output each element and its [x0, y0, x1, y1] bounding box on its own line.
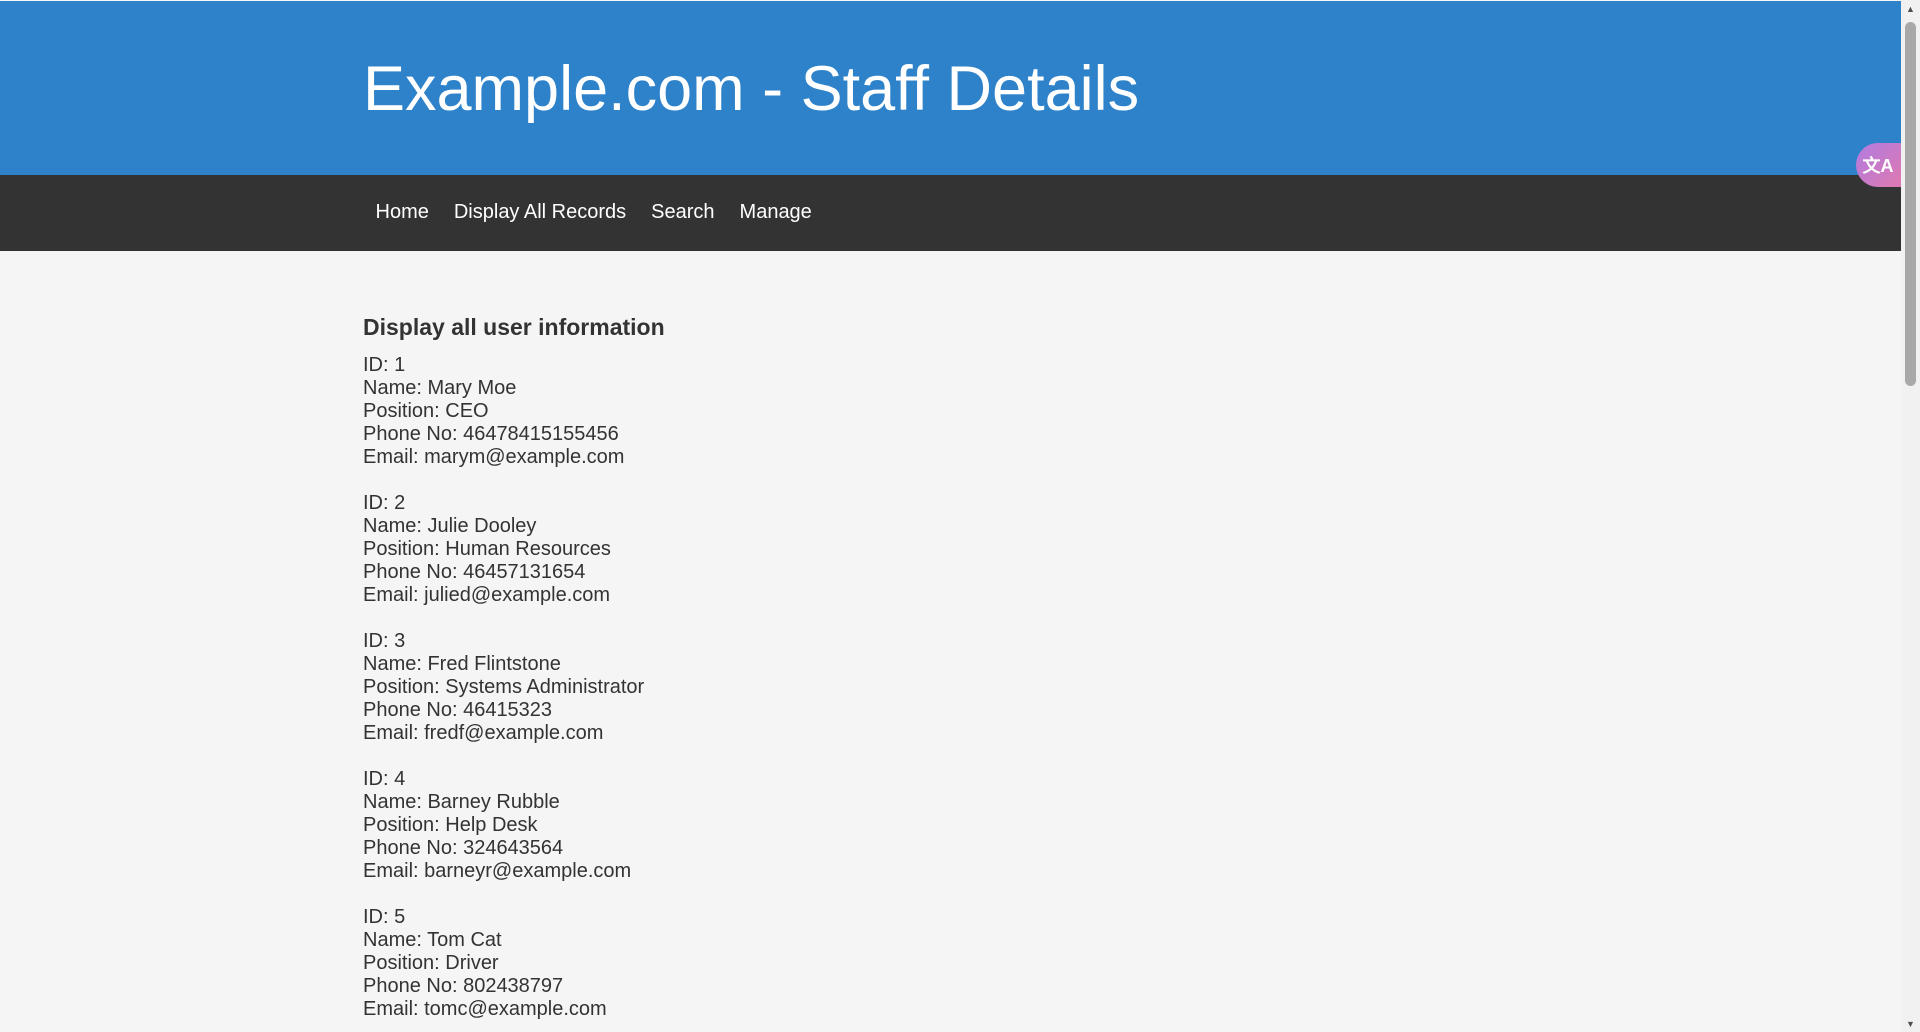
nav-link-display-all-records[interactable]: Display All Records: [441, 175, 638, 251]
main-content: Display all user information ID: 1 Name:…: [363, 310, 1563, 1032]
vertical-scrollbar[interactable]: ▲ ▼: [1901, 0, 1920, 1032]
record-id: ID: 1: [363, 354, 406, 376]
record-position: Position: Driver: [363, 952, 499, 974]
record-email: Email: marym@example.com: [363, 446, 625, 468]
record-name: Name: Barney Rubble: [363, 791, 560, 813]
staff-record: ID: 3 Name: Fred Flintstone Position: Sy…: [363, 630, 1563, 745]
scroll-down-arrow-icon[interactable]: ▼: [1901, 1015, 1920, 1032]
record-position: Position: CEO: [363, 400, 489, 422]
nav-link-search[interactable]: Search: [639, 175, 727, 251]
record-phone: Phone No: 802438797: [363, 975, 564, 997]
record-email: Email: barneyr@example.com: [363, 860, 632, 882]
record-position: Position: Human Resources: [363, 538, 611, 560]
record-name: Name: Mary Moe: [363, 377, 517, 399]
record-name: Name: Fred Flintstone: [363, 653, 561, 675]
scrollbar-thumb[interactable]: [1905, 22, 1916, 386]
record-email: Email: fredf@example.com: [363, 722, 604, 744]
site-title: Example.com - Staff Details: [363, 54, 1140, 124]
staff-record: ID: 2 Name: Julie Dooley Position: Human…: [363, 492, 1563, 607]
nav-link-manage[interactable]: Manage: [727, 175, 824, 251]
record-phone: Phone No: 46457131654: [363, 561, 586, 583]
staff-record: ID: 4 Name: Barney Rubble Position: Help…: [363, 768, 1563, 883]
main-navbar: Home Display All Records Search Manage: [0, 175, 1901, 251]
record-phone: Phone No: 46478415155456: [363, 423, 619, 445]
staff-record: ID: 1 Name: Mary Moe Position: CEO Phone…: [363, 354, 1563, 469]
scroll-up-arrow-icon[interactable]: ▲: [1901, 0, 1920, 17]
section-heading: Display all user information: [363, 314, 665, 340]
record-position: Position: Systems Administrator: [363, 676, 645, 698]
record-position: Position: Help Desk: [363, 814, 538, 836]
nav-link-home[interactable]: Home: [363, 175, 441, 251]
record-id: ID: 5: [363, 906, 406, 928]
record-name: Name: Julie Dooley: [363, 515, 537, 537]
record-phone: Phone No: 46415323: [363, 699, 553, 721]
page: Example.com - Staff Details Home Display…: [0, 0, 1901, 1032]
translate-icon: 文A: [1862, 156, 1894, 176]
record-id: ID: 2: [363, 492, 406, 514]
translate-button[interactable]: 文A: [1856, 143, 1901, 187]
nav-list: Home Display All Records Search Manage: [363, 175, 824, 251]
site-header: Example.com - Staff Details: [0, 1, 1901, 175]
record-name: Name: Tom Cat: [363, 929, 502, 951]
record-id: ID: 3: [363, 630, 406, 652]
staff-record: ID: 5 Name: Tom Cat Position: Driver Pho…: [363, 906, 1563, 1021]
record-phone: Phone No: 324643564: [363, 837, 564, 859]
record-email: Email: julied@example.com: [363, 584, 611, 606]
record-email: Email: tomc@example.com: [363, 998, 607, 1020]
record-id: ID: 4: [363, 768, 406, 790]
